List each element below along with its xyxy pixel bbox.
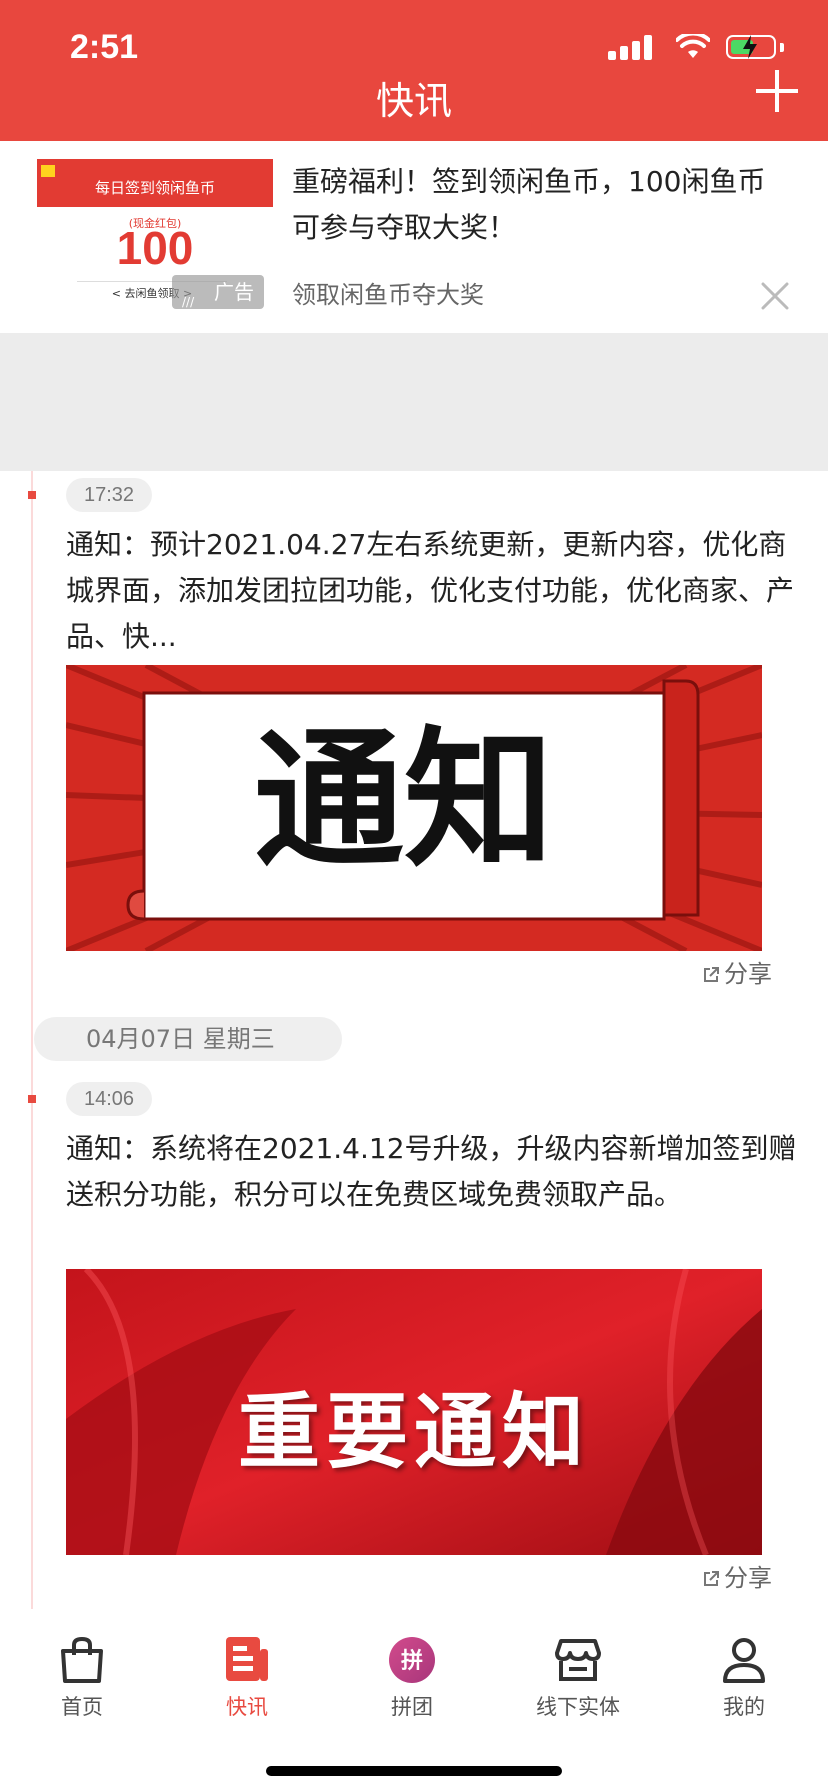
timeline-dot	[28, 491, 36, 499]
tab-bar: 首页 快讯 拼 拼团 线下实体 我的	[0, 1609, 828, 1792]
news-icon	[226, 1637, 268, 1681]
share-icon	[704, 1571, 719, 1586]
tab-label: 快讯	[226, 1695, 268, 1719]
ad-badge: /// 广告	[172, 275, 264, 309]
ad-badge-label: 广告	[214, 280, 254, 304]
ad-image-amount: 100	[116, 222, 194, 274]
svg-text:拼: 拼	[401, 1648, 423, 1674]
signal-icon	[608, 34, 656, 60]
date-separator: 04月07日 星期三	[34, 1017, 342, 1061]
ad-mark-icon: ///	[182, 295, 195, 309]
post-time: 17:32	[66, 478, 153, 512]
tab-label: 首页	[61, 1695, 103, 1719]
timeline-line	[31, 471, 33, 1609]
post-text[interactable]: 通知：预计2021.04.27左右系统更新，更新内容，优化商城界面，添加发团拉团…	[66, 522, 806, 660]
timeline-dot	[28, 1095, 36, 1103]
share-button[interactable]: 分享	[702, 954, 772, 989]
post-text[interactable]: 通知：系统将在2021.4.12号升级，升级内容新增加签到赠送积分功能，积分可以…	[66, 1126, 806, 1218]
ad-tag-icon	[41, 165, 55, 177]
home-indicator[interactable]	[266, 1766, 562, 1776]
status-time: 2:51	[70, 28, 139, 66]
ad-image[interactable]: 每日签到领闲鱼币 (现金红包) 100 < 去闲鱼领取 > /// 广告	[37, 159, 273, 313]
share-icon	[704, 967, 719, 982]
post-time: 14:06	[66, 1082, 153, 1116]
ad-subtitle: 领取闲鱼币夺大奖	[292, 281, 484, 309]
post-image-notice[interactable]: 通知	[66, 665, 762, 951]
post-image-text: 通知	[253, 712, 554, 888]
ad-banner[interactable]: 每日签到领闲鱼币 (现金红包) 100 < 去闲鱼领取 > /// 广告 重磅福…	[0, 141, 828, 333]
shopping-bag-icon	[61, 1636, 103, 1683]
tab-label: 线下实体	[536, 1695, 620, 1719]
battery-cap	[780, 43, 784, 52]
post-image-important-notice[interactable]: 重要通知	[66, 1269, 762, 1555]
status-icons	[608, 34, 798, 64]
ad-title[interactable]: 重磅福利！签到领闲鱼币，100闲鱼币可参与夺取大奖！	[292, 159, 792, 251]
wifi-icon	[676, 34, 710, 58]
tab-offline-store[interactable]: 线下实体	[518, 1623, 638, 1719]
user-icon	[723, 1638, 765, 1683]
tab-label: 我的	[723, 1695, 765, 1719]
post-image-text: 重要通知	[237, 1385, 590, 1480]
tab-label: 拼团	[391, 1695, 433, 1719]
tab-me[interactable]: 我的	[684, 1623, 804, 1719]
share-label: 分享	[724, 1564, 772, 1592]
close-icon[interactable]	[758, 279, 792, 313]
store-icon	[555, 1639, 601, 1681]
header-bar: 2:51 快讯	[0, 0, 828, 141]
tab-home[interactable]: 首页	[22, 1623, 142, 1719]
charging-bolt-icon	[743, 35, 757, 59]
add-button[interactable]	[756, 70, 798, 112]
share-label: 分享	[724, 960, 772, 988]
tab-news[interactable]: 快讯	[187, 1623, 307, 1719]
tab-group-buy[interactable]: 拼 拼团	[352, 1623, 472, 1719]
group-buy-icon: 拼	[389, 1637, 435, 1683]
placeholder-band	[0, 333, 828, 471]
ad-image-header: 每日签到领闲鱼币	[94, 179, 215, 197]
share-button[interactable]: 分享	[702, 1558, 772, 1593]
page-title: 快讯	[375, 79, 452, 123]
